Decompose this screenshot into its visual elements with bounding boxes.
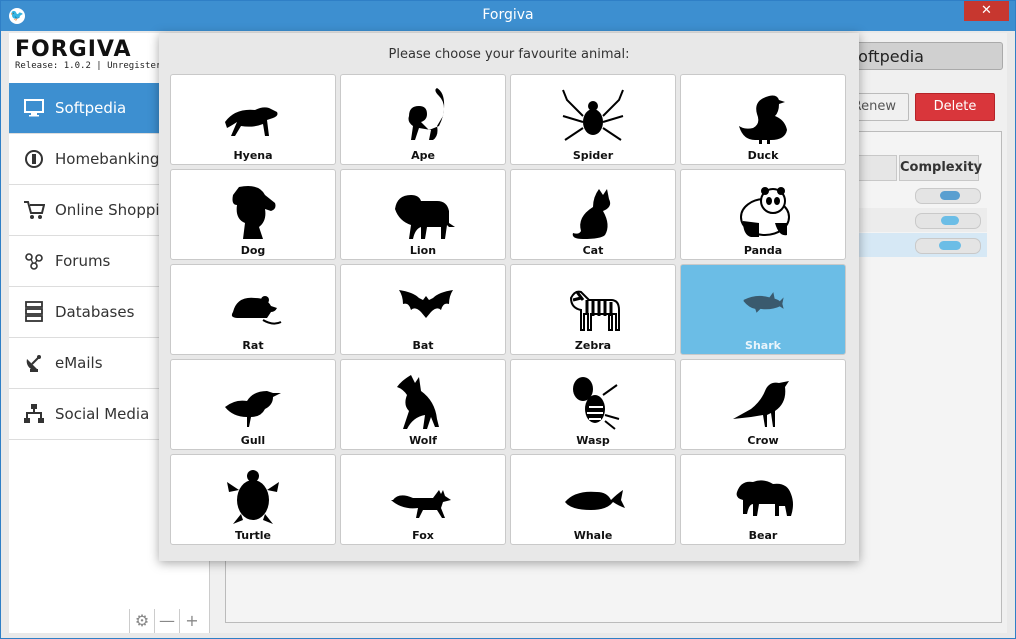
animal-label: Lion (409, 244, 437, 257)
animal-label: Ape (411, 149, 435, 162)
animal-label: Panda (743, 244, 783, 257)
settings-button[interactable]: ⚙ (129, 609, 154, 633)
sidebar-item-label: Social Media (55, 405, 150, 423)
complexity-fill (939, 241, 961, 250)
animal-tile-bat[interactable]: Bat (340, 264, 506, 355)
animal-label: Turtle (234, 529, 272, 542)
table-row[interactable] (855, 183, 987, 207)
animal-label: Wolf (409, 434, 437, 447)
bat-icon (341, 275, 505, 339)
dialog-prompt: Please choose your favourite animal: (388, 47, 630, 62)
animal-tile-rat[interactable]: Rat (170, 264, 336, 355)
gull-icon (171, 370, 335, 434)
duck-icon (681, 85, 845, 149)
bear-icon (681, 465, 845, 529)
animal-tile-panda[interactable]: Panda (680, 169, 846, 260)
animal-label: Whale (573, 529, 613, 542)
sidebar-item-label: Forums (55, 252, 111, 270)
animal-label: Gull (240, 434, 266, 447)
animal-tile-spider[interactable]: Spider (510, 74, 676, 165)
animal-tile-cat[interactable]: Cat (510, 169, 676, 260)
title-bar: 🐦 Forgiva ✕ (1, 1, 1015, 31)
add-button[interactable]: + (179, 609, 204, 633)
complexity-fill (940, 191, 960, 200)
table-row[interactable] (855, 233, 987, 257)
animal-label: Crow (747, 434, 779, 447)
network-icon (23, 403, 45, 425)
animal-label: Spider (572, 149, 614, 162)
animal-label: Dog (240, 244, 266, 257)
fox-icon (341, 465, 505, 529)
window-title: Forgiva (482, 7, 534, 23)
animal-picker-dialog: Please choose your favourite animal: Hye… (159, 33, 859, 561)
complexity-fill (940, 216, 960, 225)
animal-tile-turtle[interactable]: Turtle (170, 454, 336, 545)
ape-icon (341, 85, 505, 149)
hyena-icon (171, 85, 335, 149)
spider-icon (511, 85, 675, 149)
animal-tile-gull[interactable]: Gull (170, 359, 336, 450)
animal-tile-hyena[interactable]: Hyena (170, 74, 336, 165)
animal-label: Hyena (233, 149, 273, 162)
delete-button[interactable]: Delete (915, 93, 995, 121)
satellite-icon (23, 352, 45, 374)
database-icon (23, 301, 45, 323)
complexity-bar (915, 238, 981, 254)
complexity-bar (915, 188, 981, 204)
sidebar-item-label: Databases (55, 303, 135, 321)
sidebar-item-label: eMails (55, 354, 103, 372)
animal-label: Duck (747, 149, 779, 162)
column-header-complexity[interactable]: Complexity (899, 155, 982, 181)
animal-tile-duck[interactable]: Duck (680, 74, 846, 165)
whale-icon (511, 465, 675, 529)
animal-tile-bear[interactable]: Bear (680, 454, 846, 545)
forum-icon (23, 250, 45, 272)
animal-tile-zebra[interactable]: Zebra (510, 264, 676, 355)
cart-icon (23, 199, 45, 221)
animal-label: Rat (242, 339, 264, 352)
zebra-icon (511, 275, 675, 339)
release-info: Release: 1.0.2 | Unregistered (15, 61, 159, 71)
sidebar-footer: ⚙ — + (129, 609, 204, 633)
animal-label: Shark (745, 339, 781, 352)
animal-label: Zebra (574, 339, 612, 352)
lion-icon (341, 180, 505, 244)
wolf-icon (341, 370, 505, 434)
animal-label: Bat (412, 339, 434, 352)
panda-icon (681, 180, 845, 244)
remove-button[interactable]: — (154, 609, 179, 633)
cat-icon (511, 180, 675, 244)
animal-label: Cat (582, 244, 604, 257)
table-row[interactable] (855, 208, 987, 232)
shark-icon (681, 275, 845, 339)
entry-name-field[interactable]: Softpedia (839, 42, 1003, 70)
animal-tile-crow[interactable]: Crow (680, 359, 846, 450)
animal-tile-wasp[interactable]: Wasp (510, 359, 676, 450)
app-window: 🐦 Forgiva ✕ FORGIVA Release: 1.0.2 | Unr… (0, 0, 1016, 639)
animal-tile-ape[interactable]: Ape (340, 74, 506, 165)
animal-tile-shark[interactable]: Shark (680, 264, 846, 355)
animal-grid: Hyena Ape Spider Duck Dog Lion Cat Panda Rat Bat Z… (170, 74, 848, 545)
sidebar-item-label: Homebanking (55, 150, 160, 168)
wasp-icon (511, 370, 675, 434)
animal-label: Wasp (576, 434, 610, 447)
animal-tile-dog[interactable]: Dog (170, 169, 336, 260)
rat-icon (171, 275, 335, 339)
animal-label: Bear (748, 529, 778, 542)
close-button[interactable]: ✕ (964, 1, 1009, 21)
column-header-cell (855, 155, 897, 181)
sidebar-item-label: Softpedia (55, 99, 127, 117)
animal-tile-whale[interactable]: Whale (510, 454, 676, 545)
complexity-bar (915, 213, 981, 229)
turtle-icon (171, 465, 335, 529)
crow-icon (681, 370, 845, 434)
animal-tile-wolf[interactable]: Wolf (340, 359, 506, 450)
animal-label: Fox (412, 529, 434, 542)
monitor-icon (23, 97, 45, 119)
bank-icon (23, 148, 45, 170)
dog-icon (171, 180, 335, 244)
animal-tile-fox[interactable]: Fox (340, 454, 506, 545)
animal-tile-lion[interactable]: Lion (340, 169, 506, 260)
